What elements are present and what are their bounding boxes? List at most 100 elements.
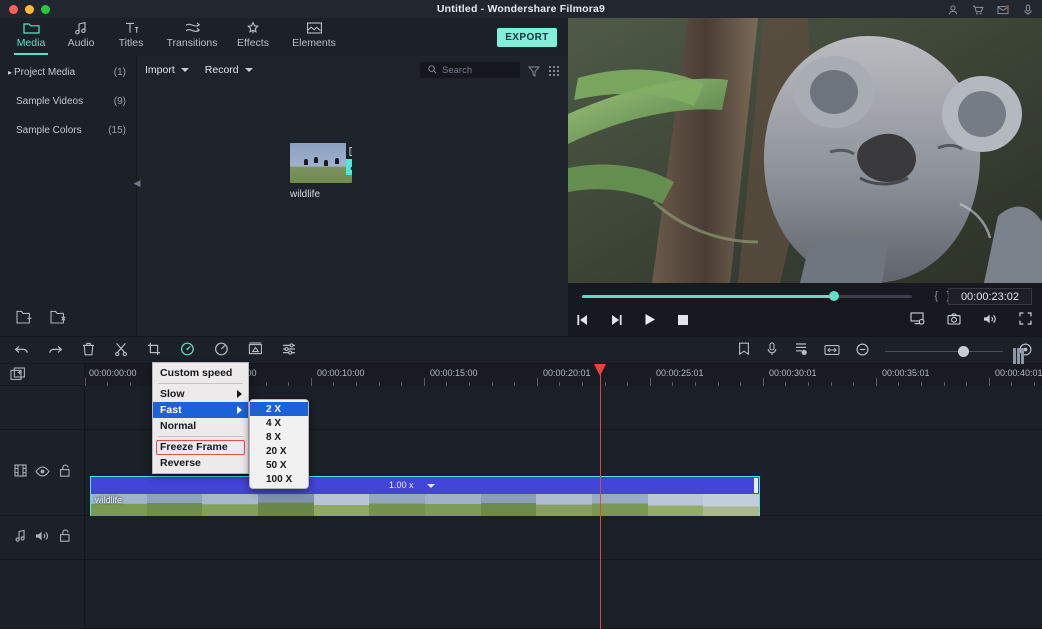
- redo-icon[interactable]: [48, 343, 63, 361]
- mail-icon[interactable]: [997, 3, 1010, 15]
- scrubber-progress[interactable]: [582, 295, 834, 298]
- add-track-button[interactable]: [0, 364, 85, 386]
- track-lane-audio[interactable]: [85, 516, 1042, 560]
- display-settings-icon[interactable]: [910, 312, 925, 330]
- tab-elements-label: Elements: [292, 37, 336, 49]
- clip-header[interactable]: 1.00 x: [91, 477, 759, 494]
- submenu-item-4x[interactable]: 4 X: [250, 416, 308, 430]
- playhead-handle[interactable]: [594, 364, 606, 376]
- video-preview[interactable]: [568, 18, 1042, 283]
- menu-item-label: Slow: [160, 388, 185, 400]
- delete-icon[interactable]: [82, 342, 95, 361]
- add-folder-icon[interactable]: [16, 309, 34, 330]
- submenu-item-label: 20 X: [266, 445, 287, 457]
- sidebar-item-project-media[interactable]: ▸ Project Media (1): [0, 60, 136, 84]
- green-screen-icon[interactable]: [248, 342, 263, 361]
- prev-frame-button[interactable]: [576, 313, 589, 331]
- unlock-icon[interactable]: [59, 529, 71, 547]
- media-asset-wildlife[interactable]: ✓ wildlife: [290, 143, 358, 200]
- menu-item-normal[interactable]: Normal: [153, 418, 248, 434]
- timeline-tools-right: [738, 342, 1032, 364]
- tab-audio[interactable]: Audio: [56, 18, 106, 55]
- ruler-label: 00:00:35:01: [882, 368, 930, 378]
- timeline-toolbar: [0, 336, 1042, 364]
- unlock-icon[interactable]: [59, 464, 71, 482]
- submenu-arrow-icon: [237, 390, 242, 398]
- undo-icon[interactable]: [14, 343, 29, 361]
- import-button[interactable]: Import: [145, 64, 189, 76]
- speaker-icon[interactable]: [35, 529, 50, 547]
- audio-mixer-icon[interactable]: [282, 342, 297, 361]
- tab-media[interactable]: Media: [6, 18, 56, 55]
- sidebar-item-sample-videos[interactable]: Sample Videos (9): [0, 89, 136, 113]
- grid-view-icon[interactable]: [548, 64, 560, 82]
- zoom-slider-handle[interactable]: [958, 346, 969, 357]
- track-head-audio[interactable]: [0, 516, 85, 560]
- submenu-item-label: 4 X: [266, 417, 282, 429]
- menu-item-slow[interactable]: Slow: [153, 386, 248, 402]
- submenu-item-8x[interactable]: 8 X: [250, 430, 308, 444]
- sidebar-item-sample-colors[interactable]: Sample Colors (15): [0, 118, 136, 142]
- submenu-item-label: 8 X: [266, 431, 282, 443]
- effects-icon: [228, 20, 278, 36]
- sidebar-item-count: (9): [113, 95, 126, 107]
- clip-trim-handle-right[interactable]: [754, 478, 758, 493]
- volume-icon[interactable]: [983, 312, 997, 330]
- mark-in-bracket[interactable]: {: [934, 290, 938, 302]
- account-icon[interactable]: [947, 3, 959, 15]
- tab-elements[interactable]: Elements: [278, 18, 350, 55]
- submenu-item-100x[interactable]: 100 X: [250, 472, 308, 486]
- record-audio-icon[interactable]: [794, 342, 808, 361]
- next-frame-button[interactable]: [610, 313, 623, 331]
- asset-thumbnail: ✓: [290, 143, 352, 183]
- scrubber-track[interactable]: [834, 295, 912, 298]
- track-head-video[interactable]: [0, 430, 85, 516]
- snapshot-icon[interactable]: [947, 312, 961, 330]
- preview-timecode[interactable]: 00:00:23:02: [948, 288, 1032, 305]
- thumbnail-image: [290, 143, 352, 183]
- submenu-item-2x[interactable]: 2 X: [250, 402, 308, 416]
- crop-icon[interactable]: [147, 342, 161, 361]
- tab-titles[interactable]: Titles: [106, 18, 156, 55]
- record-label: Record: [204, 64, 239, 76]
- menu-item-freeze-frame[interactable]: Freeze Frame: [153, 439, 248, 455]
- search-input[interactable]: Search: [420, 62, 520, 78]
- scrubber-handle[interactable]: [829, 291, 839, 301]
- split-icon[interactable]: [114, 342, 128, 361]
- tab-effects[interactable]: Effects: [228, 18, 278, 55]
- ruler-label: 00:00:40:01: [995, 368, 1042, 378]
- fit-timeline-icon[interactable]: [824, 343, 840, 361]
- submenu-item-50x[interactable]: 50 X: [250, 458, 308, 472]
- export-button[interactable]: EXPORT: [497, 28, 557, 47]
- microphone-icon[interactable]: [1022, 3, 1034, 15]
- color-icon[interactable]: [214, 342, 229, 361]
- menu-item-fast[interactable]: Fast: [153, 402, 248, 418]
- stop-button[interactable]: [677, 313, 689, 331]
- record-button[interactable]: Record: [205, 64, 253, 76]
- clip-speed-badge[interactable]: 1.00 x: [389, 480, 414, 490]
- render-preview-icon[interactable]: [1013, 348, 1024, 364]
- delete-folder-icon[interactable]: [50, 309, 68, 330]
- track-headers: [0, 364, 85, 629]
- menu-item-custom-speed[interactable]: Custom speed: [153, 365, 248, 381]
- tab-transitions[interactable]: Transitions: [156, 18, 228, 55]
- submenu-item-20x[interactable]: 20 X: [250, 444, 308, 458]
- marker-icon[interactable]: [738, 342, 750, 361]
- panel-collapse-handle[interactable]: ◀: [133, 174, 141, 192]
- cart-icon[interactable]: [972, 3, 984, 15]
- speed-icon[interactable]: [180, 342, 195, 361]
- playhead[interactable]: [594, 364, 606, 629]
- eye-icon[interactable]: [35, 464, 51, 482]
- chevron-down-icon[interactable]: [427, 484, 435, 488]
- menu-item-reverse[interactable]: Reverse: [153, 455, 248, 471]
- menu-item-label: Freeze Frame: [160, 441, 228, 453]
- fullscreen-icon[interactable]: [1019, 312, 1032, 330]
- track-lane-empty[interactable]: [85, 560, 1042, 629]
- voiceover-icon[interactable]: [766, 342, 778, 361]
- zoom-out-button[interactable]: [856, 342, 869, 361]
- play-button[interactable]: [644, 313, 656, 331]
- zoom-slider[interactable]: [885, 346, 1003, 357]
- filter-icon[interactable]: [527, 64, 541, 82]
- menu-separator: [158, 436, 243, 437]
- tab-audio-label: Audio: [67, 37, 95, 49]
